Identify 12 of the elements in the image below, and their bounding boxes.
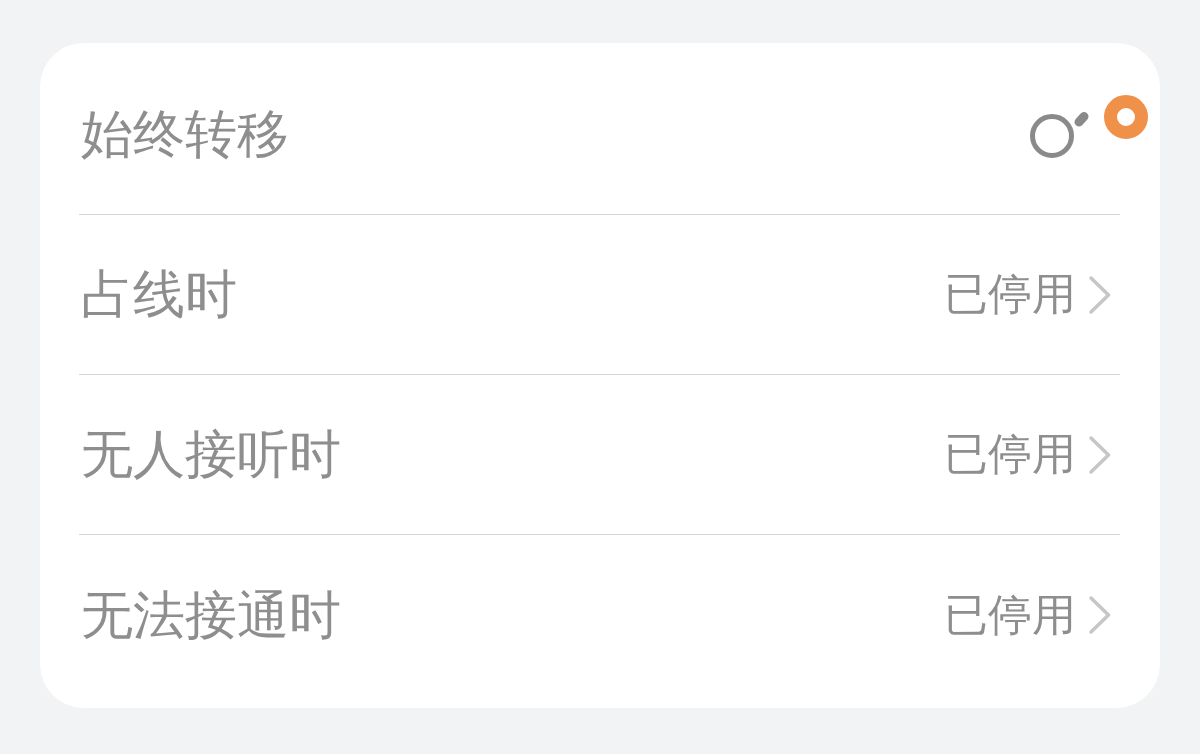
row-label: 始终转移 — [80, 103, 290, 166]
row-label: 无人接听时 — [80, 423, 342, 486]
status-value: 已停用 — [944, 268, 1076, 321]
row-label: 无法接通时 — [80, 583, 342, 647]
chevron-icon[interactable] — [1088, 595, 1112, 635]
status-value: 已停用 — [944, 588, 1076, 642]
status-value: 已停用 — [944, 428, 1076, 481]
tap-marker-icon — [1104, 94, 1148, 139]
chevron-icon[interactable] — [1088, 434, 1112, 475]
toggle-switch-icon[interactable] — [1028, 109, 1090, 160]
row-label: 占线时 — [80, 263, 238, 326]
chevron-icon[interactable] — [1088, 274, 1112, 315]
